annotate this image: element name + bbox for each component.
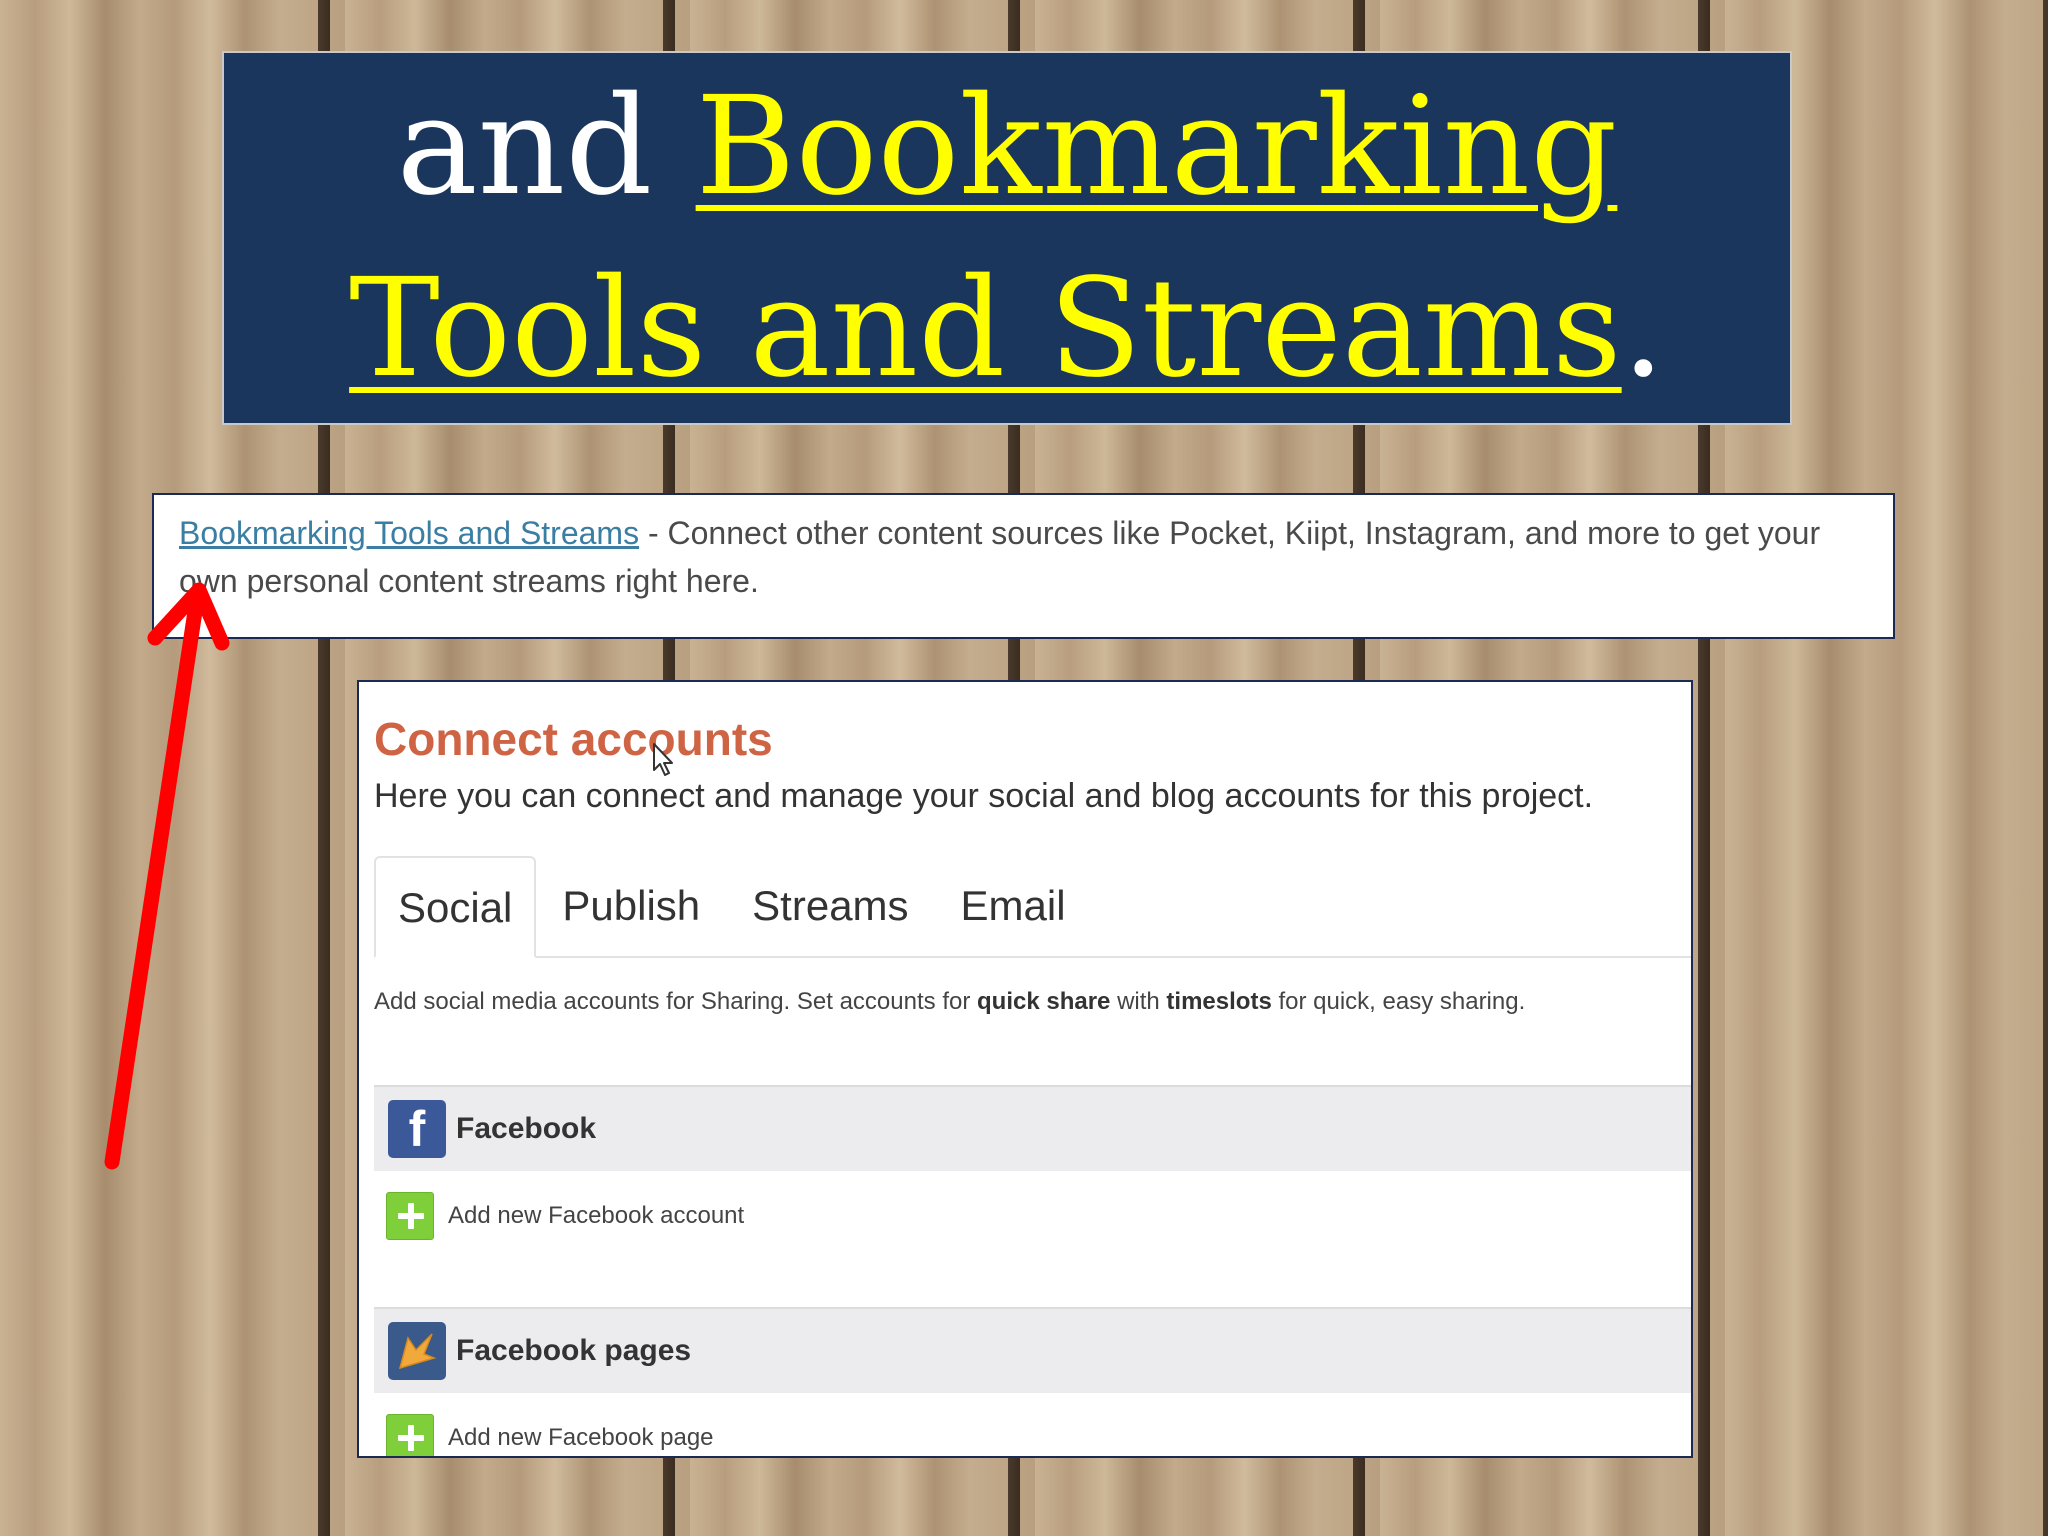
tab-publish[interactable]: Publish bbox=[536, 856, 726, 956]
add-facebook-page-button[interactable]: Add new Facebook page bbox=[386, 1414, 714, 1456]
tab-desc-bold-quick-share: quick share bbox=[977, 988, 1111, 1015]
tab-bar: Social Publish Streams Email bbox=[374, 856, 1691, 958]
banner-link-bookmarking[interactable]: Bookmarking bbox=[696, 68, 1618, 226]
panel-title: Connect accounts bbox=[374, 713, 773, 765]
banner-line-1: and Bookmarking bbox=[397, 56, 1618, 238]
facebook-pages-section-header: Facebook pages bbox=[374, 1307, 1691, 1393]
description-box: Bookmarking Tools and Streams - Connect … bbox=[152, 493, 1895, 639]
banner-prefix: and bbox=[396, 68, 696, 226]
plus-icon bbox=[386, 1192, 434, 1240]
facebook-pages-section-label: Facebook pages bbox=[456, 1334, 692, 1367]
panel-subtitle: Here you can connect and manage your soc… bbox=[374, 777, 1594, 815]
facebook-icon: f bbox=[388, 1100, 446, 1158]
tab-desc-part-3: for quick, easy sharing. bbox=[1271, 988, 1526, 1015]
tab-social[interactable]: Social bbox=[374, 856, 537, 958]
tab-desc-part-1: Add social media accounts for Sharing. S… bbox=[374, 988, 977, 1015]
add-facebook-account-label: Add new Facebook account bbox=[448, 1202, 745, 1229]
title-banner: and Bookmarking Tools and Streams. bbox=[222, 51, 1792, 425]
tab-streams[interactable]: Streams bbox=[726, 856, 934, 956]
tab-description: Add social media accounts for Sharing. S… bbox=[374, 988, 1525, 1016]
banner-line-2: Tools and Streams. bbox=[349, 238, 1665, 420]
tab-desc-bold-timeslots: timeslots bbox=[1166, 988, 1272, 1015]
banner-suffix: . bbox=[1621, 250, 1665, 408]
add-facebook-page-label: Add new Facebook page bbox=[448, 1424, 714, 1451]
plus-icon bbox=[386, 1414, 434, 1456]
facebook-section-label: Facebook bbox=[456, 1112, 597, 1145]
banner-link-tools-and-streams[interactable]: Tools and Streams bbox=[349, 250, 1622, 408]
add-facebook-account-button[interactable]: Add new Facebook account bbox=[386, 1192, 744, 1240]
tab-desc-part-2: with bbox=[1110, 988, 1167, 1015]
mouse-cursor-icon bbox=[653, 743, 673, 776]
facebook-section-header: f Facebook bbox=[374, 1085, 1691, 1171]
facebook-pages-icon bbox=[388, 1322, 446, 1380]
tab-email[interactable]: Email bbox=[935, 856, 1092, 956]
connect-accounts-panel: Connect accounts Here you can connect an… bbox=[357, 680, 1693, 1458]
bookmarking-tools-link[interactable]: Bookmarking Tools and Streams bbox=[179, 515, 639, 551]
